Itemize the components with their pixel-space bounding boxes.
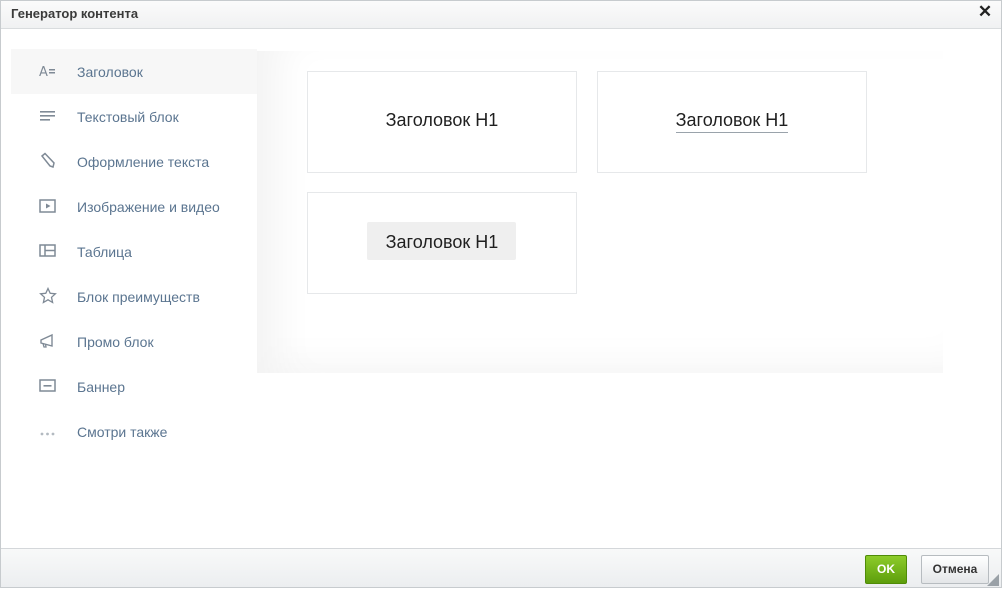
sidebar-item-see-also[interactable]: Смотри также bbox=[11, 409, 257, 454]
sidebar-item-text-block[interactable]: Текстовый блок bbox=[11, 94, 257, 139]
sidebar-item-label: Изображение и видео bbox=[77, 199, 220, 215]
play-video-icon bbox=[39, 197, 57, 215]
template-gallery: Заголовок H1 Заголовок H1 Заголовок H1 bbox=[257, 51, 943, 373]
sidebar-item-image-video[interactable]: Изображение и видео bbox=[11, 184, 257, 229]
sidebar-item-label: Баннер bbox=[77, 379, 126, 395]
table-icon bbox=[39, 242, 57, 260]
svg-text:A: A bbox=[39, 65, 48, 80]
dialog-titlebar[interactable]: Генератор контента ✕ bbox=[1, 1, 1001, 29]
sidebar-item-label: Заголовок bbox=[77, 64, 143, 80]
star-icon bbox=[39, 287, 57, 305]
sidebar-item-text-formatting[interactable]: Оформление текста bbox=[11, 139, 257, 184]
heading-icon: A bbox=[39, 62, 57, 80]
dialog-footer: OK Отмена bbox=[1, 548, 1001, 587]
template-card-label: Заголовок H1 bbox=[385, 110, 499, 130]
text-lines-icon bbox=[39, 107, 57, 125]
sidebar-item-label: Блок преимуществ bbox=[77, 289, 200, 305]
sidebar-item-label: Оформление текста bbox=[77, 154, 210, 170]
template-card-label: Заголовок H1 bbox=[675, 110, 789, 133]
cancel-button[interactable]: Отмена bbox=[921, 555, 989, 584]
megaphone-icon bbox=[39, 332, 57, 350]
dialog-title: Генератор контента bbox=[11, 6, 139, 21]
template-card-h1-underlined[interactable]: Заголовок H1 bbox=[597, 71, 867, 173]
sidebar-item-label: Таблица bbox=[77, 244, 132, 260]
sidebar-item-label: Промо блок bbox=[77, 334, 154, 350]
sidebar-item-label: Текстовый блок bbox=[77, 109, 179, 125]
sidebar-item-banner[interactable]: Баннер bbox=[11, 364, 257, 409]
template-card-h1-chip[interactable]: Заголовок H1 bbox=[307, 192, 577, 294]
sidebar-item-promo[interactable]: Промо блок bbox=[11, 319, 257, 364]
more-dots-icon bbox=[39, 422, 57, 440]
sidebar-item-advantages[interactable]: Блок преимуществ bbox=[11, 274, 257, 319]
template-card-h1-plain[interactable]: Заголовок H1 bbox=[307, 71, 577, 173]
content-generator-dialog: Генератор контента ✕ A Заголовок Текстов… bbox=[0, 0, 1002, 588]
pencil-icon bbox=[39, 152, 57, 170]
sidebar-item-table[interactable]: Таблица bbox=[11, 229, 257, 274]
ok-button[interactable]: OK bbox=[865, 555, 907, 584]
template-card-label: Заголовок H1 bbox=[385, 232, 499, 252]
resize-handle-icon[interactable] bbox=[987, 573, 999, 586]
banner-icon bbox=[39, 377, 57, 395]
sidebar-item-label: Смотри также bbox=[77, 424, 168, 440]
sidebar: A Заголовок Текстовый блок Оформление те… bbox=[11, 49, 257, 454]
close-icon[interactable]: ✕ bbox=[977, 3, 993, 20]
sidebar-item-heading[interactable]: A Заголовок bbox=[11, 49, 257, 94]
